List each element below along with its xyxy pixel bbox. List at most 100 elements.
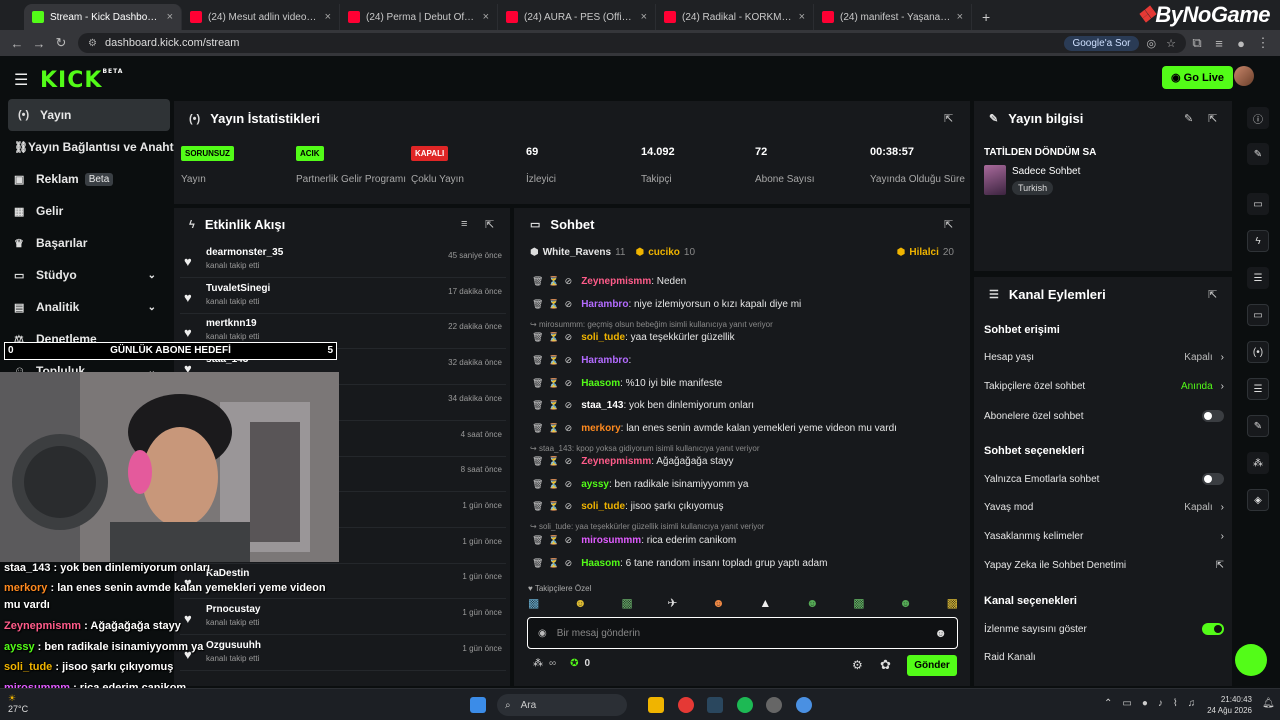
steam-icon[interactable] xyxy=(707,697,723,713)
chat-username[interactable]: Haasom xyxy=(581,378,620,389)
eye-off-icon[interactable]: ◎ xyxy=(1147,37,1157,50)
forward-icon[interactable]: → xyxy=(28,36,50,51)
chat-input[interactable]: ◉ Bir mesaj gönderin ☻ xyxy=(527,617,958,649)
badge-icon[interactable]: ◉ xyxy=(538,628,547,639)
edit-pencil-icon[interactable]: ✎ xyxy=(1184,112,1193,125)
extensions-icon[interactable]: ⧉ xyxy=(1186,35,1208,51)
send-button[interactable]: Gönder xyxy=(907,655,957,676)
mod-tools-icon[interactable]: 🗑︎⏳⊘ xyxy=(532,332,577,343)
sidebar-item-revenue[interactable]: ▦ Gelir xyxy=(0,195,170,227)
chat-message[interactable]: 🗑︎⏳⊘ Zeynepmismm: Ağağağağa stayy xyxy=(532,456,956,467)
mod-tools-icon[interactable]: 🗑︎⏳⊘ xyxy=(532,535,577,546)
new-tab-button[interactable]: + xyxy=(972,4,1000,30)
chat-bot-icon[interactable]: ✿ xyxy=(880,657,891,673)
ai-moderation-setting[interactable]: Yapay Zeka ile Sohbet Denetimi ⇱ xyxy=(984,560,1224,571)
broadcast-icon[interactable]: (•) xyxy=(1247,341,1269,363)
weather-widget[interactable]: ☀ 27°C xyxy=(8,693,28,715)
chat-message[interactable]: 🗑︎⏳⊘ soli_tude: yaa teşekkürler güzellik xyxy=(532,332,956,343)
url-field[interactable]: ⚙ dashboard.kick.com/stream Google'a Sor… xyxy=(78,33,1186,53)
slow-mode-setting[interactable]: Yavaş mod Kapalı › xyxy=(984,502,1224,513)
reload-icon[interactable]: ↻ xyxy=(50,35,72,51)
mod-tools-icon[interactable]: 🗑︎⏳⊘ xyxy=(532,558,577,569)
chat-bubble-icon[interactable]: ▭ xyxy=(1247,304,1269,326)
sidebar-item-ad[interactable]: ▣ Reklam Beta xyxy=(0,163,170,195)
mod-tools-icon[interactable]: 🗑︎⏳⊘ xyxy=(532,378,577,389)
taskbar-search[interactable]: ⌕ Ara xyxy=(497,694,627,716)
list-item[interactable]: ♥ Ozgusuuhh kanalı takip etti 1 gün önce xyxy=(180,636,506,671)
chat-message[interactable]: 🗑︎⏳⊘ Harambro: niye izlemiyorsun o kızı k… xyxy=(532,299,956,310)
close-icon[interactable]: × xyxy=(483,11,489,23)
browser-tab[interactable]: (24) manifest - Yaşanacaksa | Al× xyxy=(814,4,972,30)
spotify-icon[interactable] xyxy=(737,697,753,713)
chat-username[interactable]: Zeynepmismm xyxy=(581,456,651,467)
media-icon[interactable]: ≡ xyxy=(1208,36,1230,51)
floating-action-button[interactable] xyxy=(1235,644,1267,676)
emote[interactable]: ☻ xyxy=(712,596,725,612)
bolt-icon[interactable]: ϟ xyxy=(1247,230,1269,252)
mod-tools-icon[interactable]: 🗑︎⏳⊘ xyxy=(532,501,577,512)
emote[interactable]: ☻ xyxy=(899,596,912,612)
info-icon[interactable]: ⓘ xyxy=(1247,107,1269,129)
subs-only-toggle[interactable] xyxy=(1202,410,1224,422)
emote[interactable]: ▩ xyxy=(528,596,539,612)
chat-username[interactable]: ayssy xyxy=(581,479,609,490)
chat-username[interactable]: Harambro xyxy=(581,299,628,310)
show-viewers-toggle[interactable] xyxy=(1202,623,1224,635)
emote[interactable]: ▲ xyxy=(759,596,771,612)
file-explorer-icon[interactable] xyxy=(648,697,664,713)
hamburger-menu-icon[interactable]: ☰ xyxy=(14,70,28,90)
chat-message[interactable]: 🗑︎⏳⊘ merkory: lan enes senin avmde kalan … xyxy=(532,423,956,434)
chat-username[interactable]: Haasom xyxy=(581,558,620,569)
chat-message[interactable]: 🗑︎⏳⊘ Haasom: 6 tane random insanı topladı… xyxy=(532,558,956,569)
chat-settings-icon[interactable]: ⚙ xyxy=(852,658,863,672)
kick-logo[interactable]: KICKBETA xyxy=(40,68,123,93)
list-item[interactable]: ♥ dearmonster_35 kanalı takip etti 45 saniy… xyxy=(180,243,506,278)
chat-message[interactable]: 🗑︎⏳⊘ Harambro: xyxy=(532,355,956,366)
emote-only-toggle[interactable] xyxy=(1202,473,1224,485)
notification-icon[interactable]: 🔔︎ xyxy=(1262,698,1275,709)
emoji-icon[interactable]: ☻ xyxy=(934,626,947,640)
account-age-setting[interactable]: Hesap yaşı Kapalı › xyxy=(984,352,1224,363)
sidebar-item-studio[interactable]: ▭ Stüdyo ⌄ xyxy=(0,259,170,291)
browser-tab[interactable]: (24) AURA - PES (Official Music× xyxy=(498,4,656,30)
chrome-active-icon[interactable] xyxy=(796,697,812,713)
category-name[interactable]: Sadece Sohbet xyxy=(1012,166,1080,177)
chat-message[interactable]: 🗑︎⏳⊘ staa_143: yok ben dinlemiyorum onlar… xyxy=(532,400,956,411)
close-icon[interactable]: × xyxy=(641,11,647,23)
chat-message[interactable]: 🗑︎⏳⊘ soli_tude: jisoo şarkı çıkıyomuş xyxy=(532,501,956,512)
mod-tools-icon[interactable]: 🗑︎⏳⊘ xyxy=(532,479,577,490)
sliders-icon[interactable]: ☰ xyxy=(1247,378,1269,400)
avatar[interactable] xyxy=(1234,66,1254,86)
banned-words-setting[interactable]: Yasaklanmış kelimeler › xyxy=(984,531,1224,542)
chat-username[interactable]: Harambro xyxy=(581,355,628,366)
raid-setting[interactable]: Raid Kanalı xyxy=(984,652,1224,663)
sidebar-item-analytics[interactable]: ▤ Analitik ⌄ xyxy=(0,291,170,323)
users-icon[interactable]: ⁂ xyxy=(1247,452,1269,474)
clock[interactable]: 21:40:43 24 Ağu 2026 xyxy=(1200,694,1252,716)
emote[interactable]: ▩ xyxy=(853,596,864,612)
chat-username[interactable]: staa_143 xyxy=(581,400,623,411)
sidebar-item-link[interactable]: ⛓ Yayın Bağlantısı ve Anahtarı xyxy=(0,131,188,163)
mod-tools-icon[interactable]: 🗑︎⏳⊘ xyxy=(532,423,577,434)
list-item[interactable]: ♥ TuvaletSinegi kanalı takip etti 17 dakika… xyxy=(180,279,506,314)
target-icon[interactable]: ◈ xyxy=(1247,489,1269,511)
popout-icon[interactable]: ⇱ xyxy=(944,112,953,125)
close-icon[interactable]: × xyxy=(167,11,173,23)
browser-tab[interactable]: Stream - Kick Dashboard × xyxy=(24,4,182,30)
chat-message[interactable]: 🗑︎⏳⊘ ayssy: ben radikale isinamiyyomm ya xyxy=(532,479,956,490)
mod-tools-icon[interactable]: 🗑︎⏳⊘ xyxy=(532,299,577,310)
chat-username[interactable]: soli_tude xyxy=(581,332,625,343)
profile-icon[interactable]: ● xyxy=(1230,36,1252,51)
mod-tools-icon[interactable]: 🗑︎⏳⊘ xyxy=(532,276,577,287)
app-icon[interactable] xyxy=(766,697,782,713)
browser-tab[interactable]: (24) Mesut adlin video. mesut a× xyxy=(182,4,340,30)
close-icon[interactable]: × xyxy=(799,11,805,23)
emote[interactable]: ▩ xyxy=(947,596,958,612)
chat-message[interactable]: 🗑︎⏳⊘ Zeynepmismm: Neden xyxy=(532,276,956,287)
back-icon[interactable]: ← xyxy=(6,36,28,51)
list-icon[interactable]: ☰ xyxy=(1247,267,1269,289)
menu-kebab-icon[interactable]: ⋮ xyxy=(1252,35,1274,51)
site-info-icon[interactable]: ⚙ xyxy=(88,38,97,49)
popout-icon[interactable]: ⇱ xyxy=(1208,112,1217,125)
chat-username[interactable]: Zeynepmismm xyxy=(581,276,651,287)
